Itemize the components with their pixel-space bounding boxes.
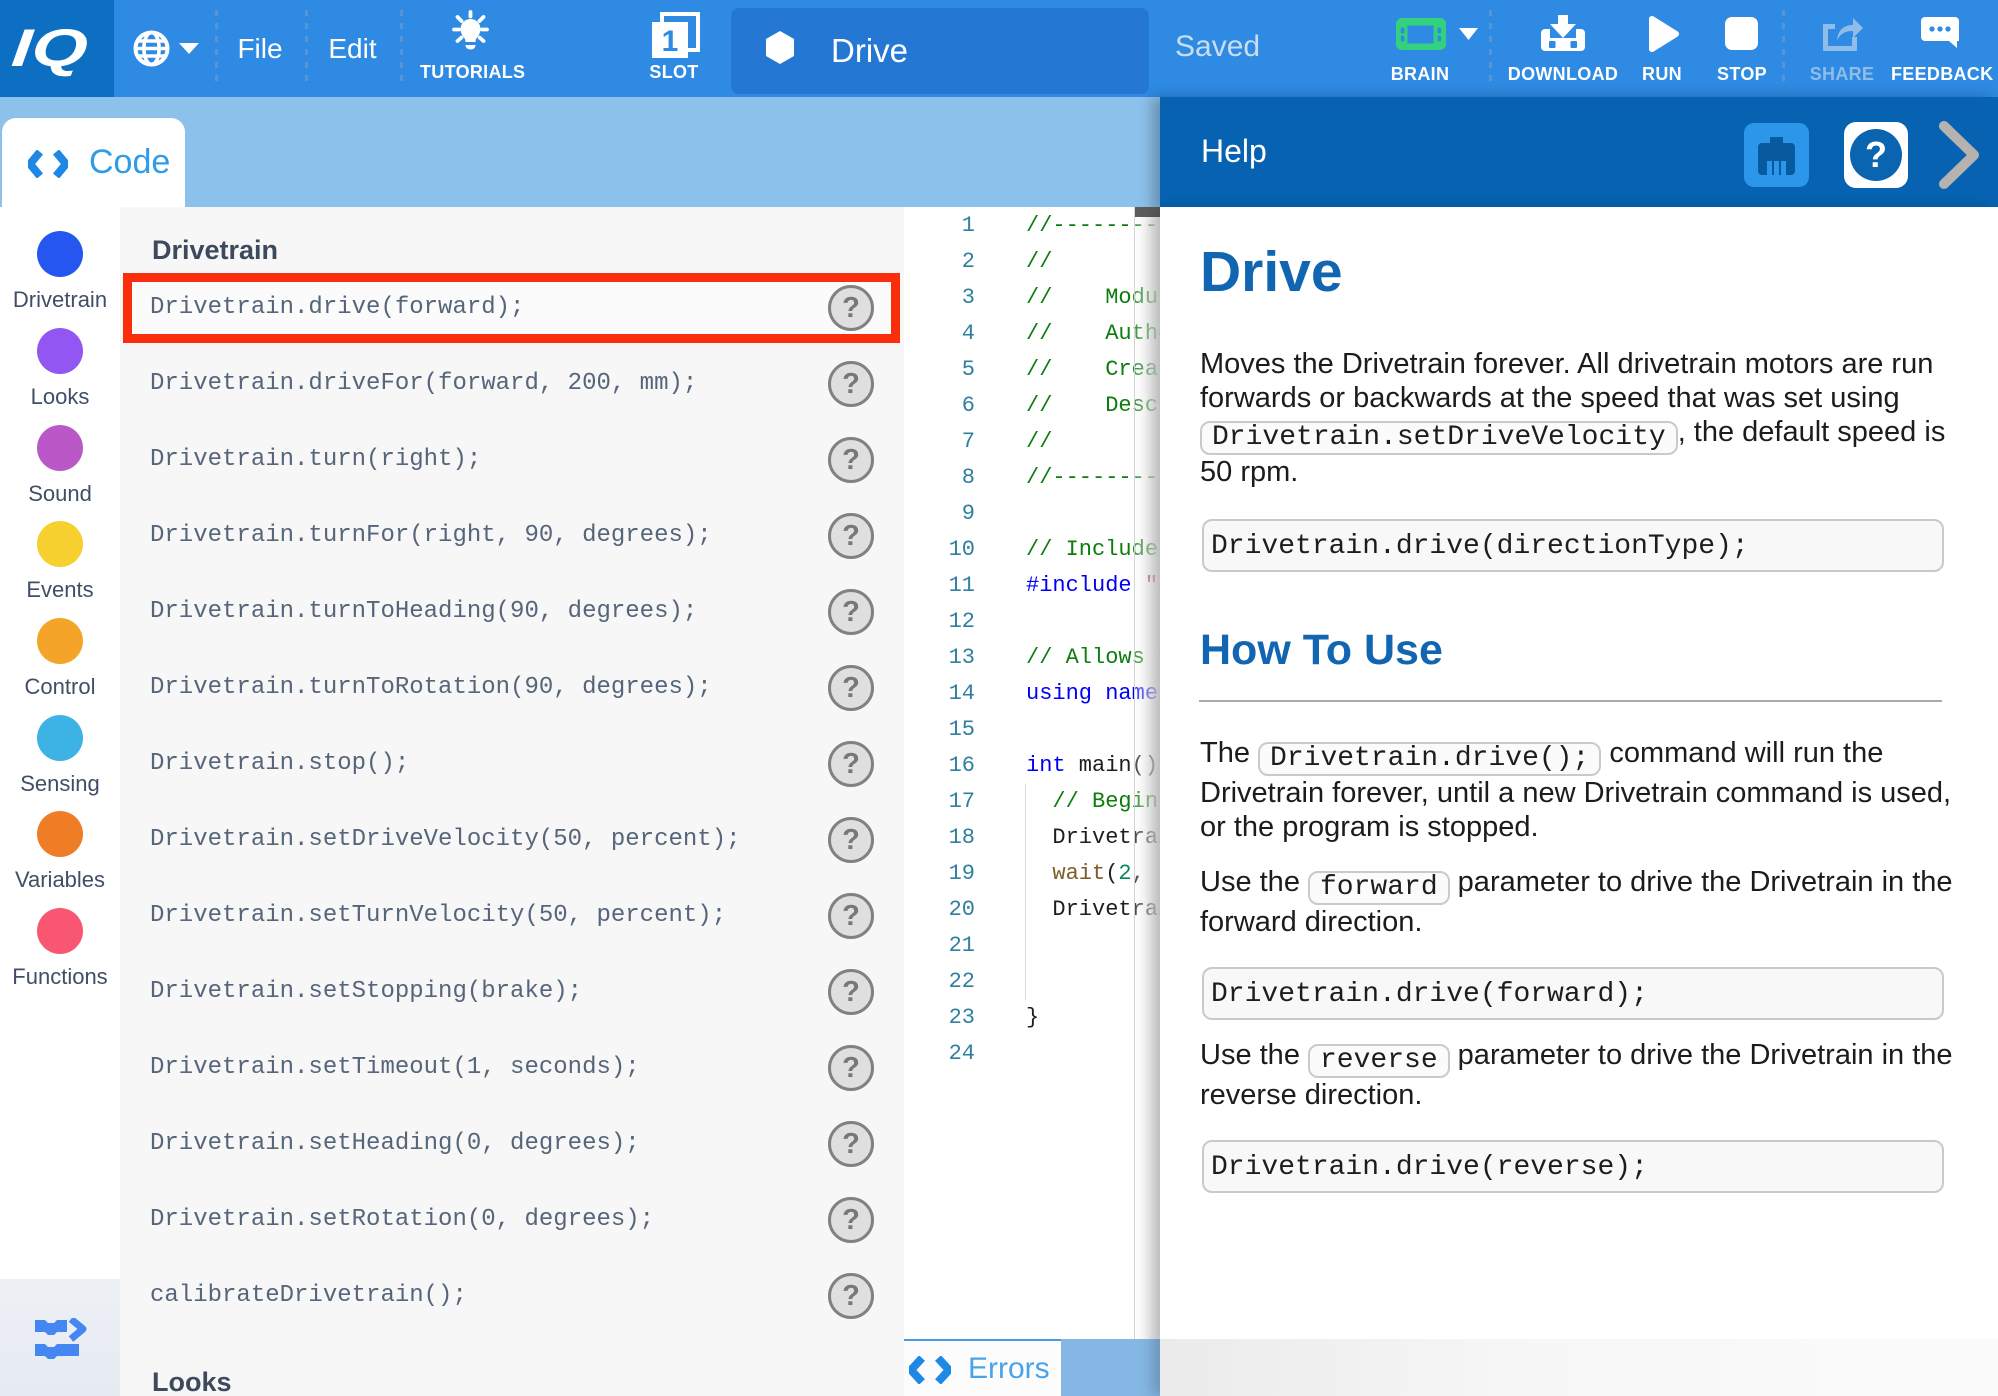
svg-text:1: 1 (662, 25, 679, 58)
